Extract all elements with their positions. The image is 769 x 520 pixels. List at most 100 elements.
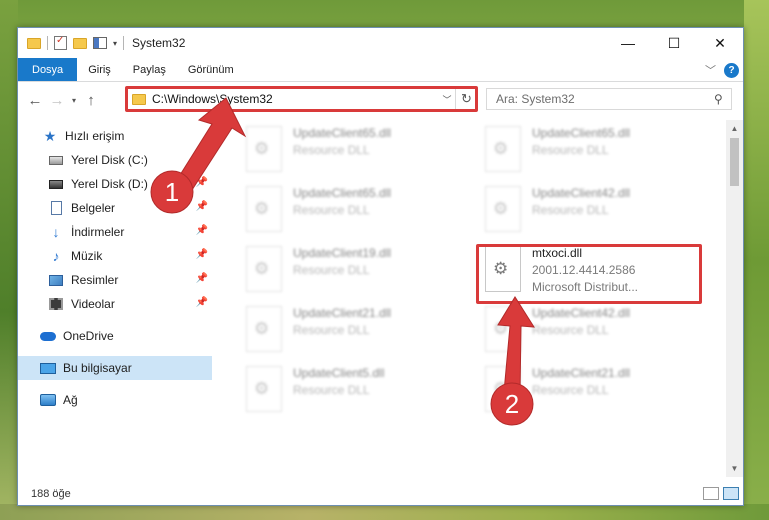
sidebar-item-local-disk-c[interactable]: Yerel Disk (C:) 📌 — [18, 148, 212, 172]
title-bar: ▾ System32 — ☐ ✕ — [18, 28, 743, 58]
pin-icon[interactable]: 📌 — [196, 153, 208, 164]
sidebar-item-downloads[interactable]: ↓ İndirmeler 📌 — [18, 220, 212, 244]
item-count: 188 öğe — [31, 488, 71, 500]
vertical-scrollbar[interactable]: ▲ ▼ — [726, 120, 743, 477]
file-type: Resource DLL — [532, 203, 609, 217]
up-button[interactable]: ↑ — [80, 92, 102, 109]
sidebar-item-local-disk-d[interactable]: Yerel Disk (D:) 📌 — [18, 172, 212, 196]
file-item[interactable]: UpdateClient19.dll Resource DLL — [236, 240, 456, 296]
file-type: Resource DLL — [293, 203, 370, 217]
dll-file-icon — [246, 186, 282, 232]
file-item[interactable]: UpdateClient21.dll Resource DLL — [236, 300, 456, 356]
chevron-down-icon[interactable]: ▾ — [113, 39, 117, 48]
pin-icon[interactable]: 📌 — [196, 273, 208, 284]
dll-file-icon — [485, 186, 521, 232]
videos-icon — [48, 297, 64, 311]
pin-icon[interactable]: 📌 — [196, 177, 208, 188]
sidebar-item-label: Ağ — [63, 393, 78, 407]
file-item[interactable]: UpdateClient65.dll Resource DLL — [236, 180, 456, 236]
sidebar-item-label: OneDrive — [63, 329, 114, 343]
scroll-up-icon[interactable]: ▲ — [726, 120, 743, 137]
divider — [123, 36, 125, 50]
forward-button[interactable]: → — [46, 92, 68, 109]
file-highlight-box — [476, 244, 702, 304]
sidebar-item-onedrive[interactable]: OneDrive — [18, 324, 212, 348]
cloud-icon — [40, 329, 56, 343]
disk-icon — [48, 177, 64, 191]
tab-home[interactable]: Giriş — [77, 58, 122, 81]
file-item[interactable]: UpdateClient65.dll Resource DLL — [236, 120, 456, 176]
sidebar-item-label: Belgeler — [71, 201, 116, 215]
sidebar-item-documents[interactable]: Belgeler 📌 — [18, 196, 212, 220]
file-name: UpdateClient42.dll — [532, 306, 631, 320]
pin-icon[interactable]: 📌 — [196, 201, 208, 212]
file-name: UpdateClient19.dll — [293, 246, 392, 260]
file-name: UpdateClient65.dll — [293, 186, 392, 200]
ribbon: Dosya Giriş Paylaş Görünüm ﹀ ? — [18, 58, 743, 82]
pin-icon[interactable]: 📌 — [196, 249, 208, 260]
sidebar-item-label: Hızlı erişim — [65, 129, 125, 143]
scrollbar-thumb[interactable] — [730, 138, 739, 186]
tab-share[interactable]: Paylaş — [122, 58, 177, 81]
sidebar-item-quick-access[interactable]: ★ Hızlı erişim — [18, 124, 212, 148]
file-item[interactable]: UpdateClient42.dll Resource DLL — [475, 300, 695, 356]
window-title: System32 — [132, 36, 186, 50]
expand-ribbon-icon[interactable]: ﹀ — [705, 62, 716, 78]
sidebar-item-videos[interactable]: Videolar 📌 — [18, 292, 212, 316]
file-name: UpdateClient65.dll — [532, 126, 631, 140]
file-item[interactable]: UpdateClient5.dll Resource DLL — [236, 360, 456, 416]
details-view-icon[interactable] — [703, 487, 719, 500]
file-type: Resource DLL — [532, 383, 609, 397]
minimize-button[interactable]: — — [605, 28, 651, 58]
dll-file-icon — [246, 366, 282, 412]
dll-file-icon — [246, 126, 282, 172]
back-button[interactable]: ← — [24, 92, 46, 109]
help-icon[interactable]: ? — [724, 62, 739, 78]
sidebar-item-label: Bu bilgisayar — [63, 361, 132, 375]
tab-file[interactable]: Dosya — [18, 58, 78, 81]
pin-icon[interactable]: 📌 — [196, 225, 208, 236]
tiles-view-icon[interactable] — [723, 487, 739, 500]
dll-file-icon — [485, 366, 521, 412]
file-type: Resource DLL — [532, 143, 609, 157]
scroll-down-icon[interactable]: ▼ — [726, 460, 743, 477]
download-icon: ↓ — [52, 224, 60, 240]
search-input[interactable]: Ara: System32 ⚲ — [486, 88, 732, 110]
navigation-pane: ★ Hızlı erişim Yerel Disk (C:) 📌 Yerel D… — [18, 120, 212, 477]
pictures-icon — [48, 273, 64, 287]
file-type: Resource DLL — [532, 323, 609, 337]
pin-icon[interactable]: 📌 — [196, 297, 208, 308]
sidebar-item-label: Resimler — [71, 273, 119, 287]
file-type: Resource DLL — [293, 143, 370, 157]
sidebar-item-pictures[interactable]: Resimler 📌 — [18, 268, 212, 292]
dll-file-icon — [485, 126, 521, 172]
file-item[interactable]: UpdateClient21.dll Resource DLL — [475, 360, 695, 416]
properties-icon[interactable] — [54, 35, 67, 50]
file-item[interactable]: UpdateClient65.dll Resource DLL — [475, 120, 695, 176]
view-icon[interactable] — [93, 37, 107, 49]
close-button[interactable]: ✕ — [697, 28, 743, 58]
file-item[interactable]: UpdateClient42.dll Resource DLL — [475, 180, 695, 236]
documents-icon — [48, 201, 64, 215]
sidebar-item-music[interactable]: ♪ Müzik 📌 — [18, 244, 212, 268]
music-icon: ♪ — [52, 248, 60, 264]
network-icon — [40, 393, 56, 407]
sidebar-item-label: İndirmeler — [71, 225, 125, 239]
address-highlight-box — [125, 86, 478, 112]
recent-locations-chevron-icon[interactable]: ▾ — [68, 96, 80, 105]
dll-file-icon — [485, 306, 521, 352]
file-type: Resource DLL — [293, 383, 370, 397]
file-name: UpdateClient5.dll — [293, 366, 385, 380]
sidebar-item-this-pc[interactable]: Bu bilgisayar — [18, 356, 212, 380]
search-placeholder: Ara: System32 — [496, 92, 575, 106]
tab-view[interactable]: Görünüm — [177, 58, 245, 81]
search-icon[interactable]: ⚲ — [714, 92, 723, 106]
status-bar: 188 öğe — [18, 483, 743, 505]
file-type: Resource DLL — [293, 263, 370, 277]
new-folder-icon[interactable] — [73, 37, 87, 49]
file-name: UpdateClient65.dll — [293, 126, 392, 140]
maximize-button[interactable]: ☐ — [651, 28, 697, 58]
sidebar-item-label: Müzik — [71, 249, 103, 263]
sidebar-item-label: Yerel Disk (C:) — [71, 153, 148, 167]
sidebar-item-network[interactable]: Ağ — [18, 388, 212, 412]
